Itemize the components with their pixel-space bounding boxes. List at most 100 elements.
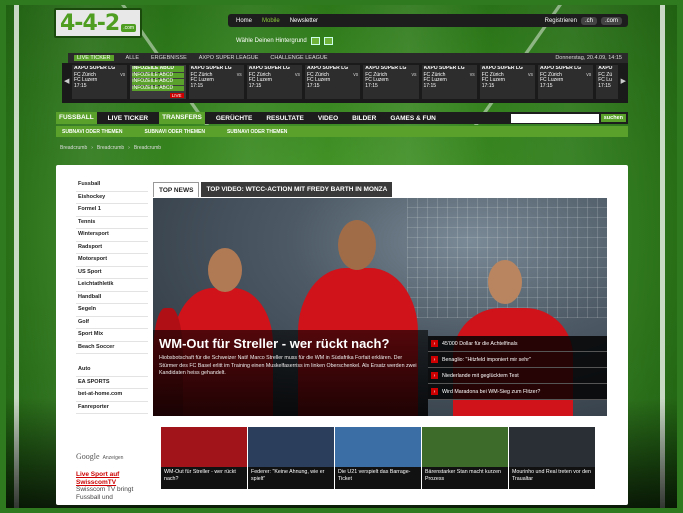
match-time: 17:15 xyxy=(423,82,437,89)
sidebar-item[interactable]: Tennis xyxy=(76,217,148,229)
match-card[interactable]: AXPO SUPER LG FC Zürich FC Luzern 17:15 vs xyxy=(188,65,244,99)
news-thumb[interactable]: WM-Out für Streller - wer rückt nach? xyxy=(161,427,247,489)
match-away: INFOZEILE ABCD xyxy=(132,78,184,85)
thumb-image xyxy=(335,427,421,467)
news-thumb[interactable]: Bärenstarker Stan macht kurzen Prozess xyxy=(422,427,508,489)
swisscom-ad-text: Swisscom TV bringt Fussball und xyxy=(76,486,134,501)
sidebar-item[interactable]: Fussball xyxy=(76,179,148,192)
subnav-item[interactable]: Subnavi oder Themen xyxy=(144,129,204,135)
nav-live-ticker[interactable]: Live Ticker xyxy=(105,115,151,122)
topnav-home[interactable]: Home xyxy=(236,18,252,24)
related-link-text: 45'000 Dollar für die Achtelfinals xyxy=(442,340,518,347)
sidebar-item[interactable]: EA SPORTS xyxy=(76,377,148,389)
sidebar-item[interactable]: Handball xyxy=(76,292,148,304)
sidebar-item[interactable]: Wintersport xyxy=(76,229,148,242)
sidebar-item[interactable]: Motorsport xyxy=(76,254,148,267)
ticker-tab-challenge-league[interactable]: Challenge League xyxy=(270,55,327,61)
match-card[interactable]: AXPO SUPER LG FC Zürich FC Luzern 17:15 vs xyxy=(421,65,477,99)
topnav-mobile[interactable]: Mobile xyxy=(262,18,280,24)
sidebar-item[interactable]: Radsport xyxy=(76,242,148,254)
lang-ch-button[interactable]: .ch xyxy=(580,16,597,25)
news-thumb[interactable]: Die U21 verspielt das Barrage-Ticket xyxy=(335,427,421,489)
match-card[interactable]: AXPO SUPER LG FC Zürich FC Luzern 17:15 vs xyxy=(538,65,594,99)
nav-bilder[interactable]: Bilder xyxy=(349,115,379,122)
match-card[interactable]: AXPO SUPER LG FC Zürich FC Luzern 17:15 vs xyxy=(305,65,361,99)
thumb-caption: Mourinho und Real treten vor den Traualt… xyxy=(509,467,595,489)
register-link[interactable]: Registrieren xyxy=(545,18,577,24)
subnav-item[interactable]: Subnavi oder Themen xyxy=(62,129,122,135)
thumb-caption: Bärenstarker Stan macht kurzen Prozess xyxy=(422,467,508,489)
match-vs: vs xyxy=(120,72,126,78)
match-time: 17:15 xyxy=(248,82,262,89)
match-time: 17:15 xyxy=(598,82,611,89)
sidebar-item[interactable]: Sport Mix xyxy=(76,329,148,342)
site-logo[interactable]: 4-4-2 .com xyxy=(54,8,143,38)
nav-transfers[interactable]: Transfers xyxy=(159,112,205,124)
match-card[interactable]: AXPO SUPER LG FC Zürich FC Luzern 17:15 vs xyxy=(363,65,419,99)
hero-headline[interactable]: WM-Out für Streller - wer rückt nach? xyxy=(159,336,422,351)
related-link-text: Benaglio: "Hitzfeld imponiert mir sehr" xyxy=(442,356,531,363)
news-thumb[interactable]: Mourinho und Real treten vor den Traualt… xyxy=(509,427,595,489)
ticker-tab-live[interactable]: Live Ticker xyxy=(74,55,114,61)
swisscom-ad-link[interactable]: Live Sport auf SwisscomTV xyxy=(76,471,146,486)
topnav-newsletter[interactable]: Newsletter xyxy=(290,18,318,24)
hero-article[interactable]: WM-Out für Streller - wer rückt nach? Hi… xyxy=(153,198,607,416)
related-link-text: Wird Maradona bei WM-Sieg zum Flitzer? xyxy=(442,388,541,395)
breadcrumb-item[interactable]: Breadcrumb xyxy=(97,145,124,151)
tab-top-video[interactable]: Top Video: WTCC-Action mit Fredy Barth i… xyxy=(201,182,393,197)
match-card[interactable]: INFOZEILE ABCD INFOZEILE ABCD INFOZEILE AB… xyxy=(130,65,186,99)
related-link[interactable]: › 45'000 Dollar für die Achtelfinals xyxy=(428,336,607,352)
ticker-prev-icon[interactable]: ◀ xyxy=(64,77,69,85)
lang-com-button[interactable]: .com xyxy=(600,16,622,25)
nav-video[interactable]: Video xyxy=(315,115,341,122)
search-input[interactable] xyxy=(510,113,599,123)
background-option[interactable] xyxy=(310,37,320,45)
sidebar-item[interactable]: Eishockey xyxy=(76,192,148,204)
related-link[interactable]: › Wird Maradona bei WM-Sieg zum Flitzer? xyxy=(428,384,607,400)
sidebar-item[interactable]: bet-at-home.com xyxy=(76,389,148,402)
thumb-caption: Die U21 verspielt das Barrage-Ticket xyxy=(335,467,421,489)
logo-text: 4-4-2 xyxy=(60,10,120,36)
sidebar-item[interactable]: Leichtathletik xyxy=(76,279,148,292)
match-time: 17:15 xyxy=(190,82,204,89)
breadcrumb-item[interactable]: Breadcrumb xyxy=(134,145,161,151)
sidebar-item[interactable]: Beach Soccer xyxy=(76,342,148,354)
news-thumbnails: WM-Out für Streller - wer rückt nach? Fe… xyxy=(161,427,595,489)
player-head xyxy=(338,220,376,270)
related-link[interactable]: › Niederlande mit geglücktem Test xyxy=(428,368,607,384)
arrow-icon: › xyxy=(431,340,438,347)
match-vs: vs xyxy=(528,72,533,78)
ads-label: Anzeigen xyxy=(102,455,124,461)
main-content: Fussball Eishockey Formel 1 Tennis Winte… xyxy=(56,165,628,505)
sidebar-item[interactable]: Golf xyxy=(76,317,148,329)
news-thumb[interactable]: Federer: "Keine Ahnung, wie er spielt" xyxy=(248,427,334,489)
nav-resultate[interactable]: Resultate xyxy=(263,115,307,122)
ticker-tab-all[interactable]: Alle xyxy=(126,55,139,61)
sidebar-item[interactable]: Fanreporter xyxy=(76,402,148,414)
ticker-tabs: Live Ticker Alle Ergebnisse AXPO Super L… xyxy=(68,53,628,63)
sidebar-item[interactable]: Formel 1 xyxy=(76,204,148,217)
sidebar-item[interactable]: US Sport xyxy=(76,267,148,279)
thumb-caption: Federer: "Keine Ahnung, wie er spielt" xyxy=(248,467,334,489)
breadcrumb-item[interactable]: Breadcrumb xyxy=(60,145,87,151)
related-links: › 45'000 Dollar für die Achtelfinals › Ben… xyxy=(428,336,607,400)
match-card[interactable]: AXPO SUPER LG FC Zürich FC Luzern 17:15 vs xyxy=(72,65,128,99)
match-card[interactable]: AXPO SUPER LG FC Zürich FC Luzern 17:15 vs xyxy=(246,65,302,99)
match-card[interactable]: AXPO SUPER LG FC Zürich FC Luzern 17:15 vs xyxy=(479,65,535,99)
related-link[interactable]: › Benaglio: "Hitzfeld imponiert mir sehr" xyxy=(428,352,607,368)
nav-geruechte[interactable]: Gerüchte xyxy=(213,115,255,122)
subnav-item[interactable]: Subnavi oder Themen xyxy=(227,129,287,135)
nav-games[interactable]: Games & Fun xyxy=(387,115,439,122)
match-card[interactable]: AXPO FC Zü FC Lu 17:15 xyxy=(596,65,618,99)
ticker-tab-super-league[interactable]: AXPO Super League xyxy=(199,55,259,61)
sidebar-item[interactable]: Auto xyxy=(76,364,148,377)
background-option[interactable] xyxy=(323,37,333,45)
tab-top-news[interactable]: Top News xyxy=(153,182,200,197)
ticker-tab-results[interactable]: Ergebnisse xyxy=(151,55,187,61)
match-vs: vs xyxy=(411,72,417,78)
nav-fussball[interactable]: Fussball xyxy=(56,112,97,124)
ticker-next-icon[interactable]: ▶ xyxy=(621,77,626,85)
sidebar-item[interactable]: Segeln xyxy=(76,304,148,317)
search-button[interactable]: suchen xyxy=(600,114,626,122)
news-tabs: Top News Top Video: WTCC-Action mit Fred… xyxy=(153,182,393,197)
